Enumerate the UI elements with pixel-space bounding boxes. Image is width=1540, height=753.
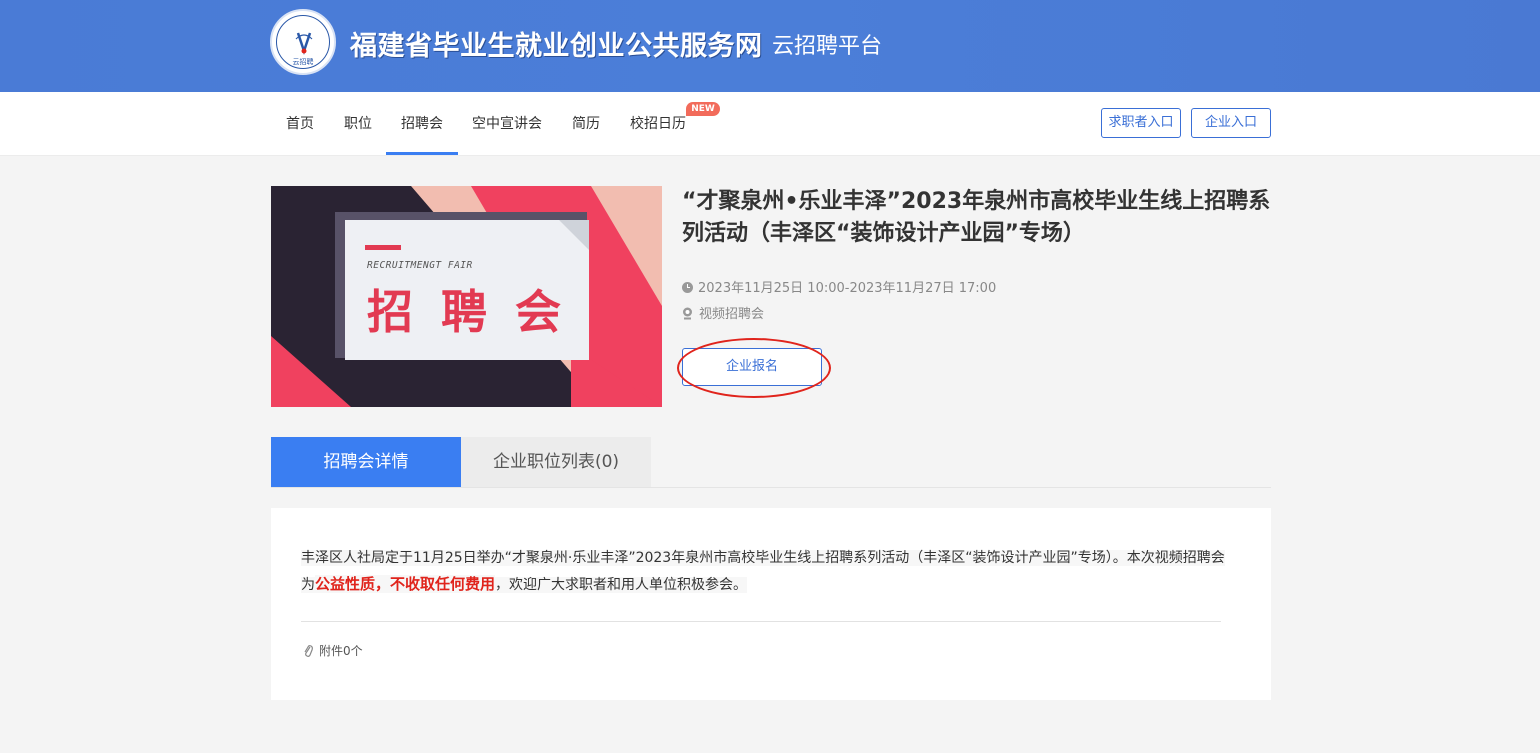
- divider: [301, 621, 1221, 622]
- attachments-count: 附件0个: [319, 644, 363, 658]
- logo-caption: 云招聘: [292, 58, 314, 66]
- fair-type: 视频招聘会: [682, 303, 764, 322]
- jobseeker-entry-button[interactable]: 求职者入口: [1101, 108, 1181, 138]
- main-nav: 首页 职位 招聘会 空中宣讲会 简历 校招日历: [0, 92, 1540, 156]
- logo-figure-icon: [295, 32, 313, 55]
- nav-item-air-talks[interactable]: 空中宣讲会: [472, 92, 542, 156]
- description-emphasis: 公益性质，不收取任何费用: [315, 575, 496, 593]
- nav-item-fairs[interactable]: 招聘会: [401, 92, 443, 156]
- video-icon: [683, 307, 692, 320]
- nav-item-jobs[interactable]: 职位: [344, 92, 372, 156]
- poster-subtitle: RECRUITMENGT FAIR: [367, 260, 473, 271]
- fair-time: 2023年11月25日 10:00-2023年11月27日 17:00: [682, 277, 996, 296]
- attachments: 附件0个: [303, 642, 363, 659]
- company-entry-button[interactable]: 企业入口: [1191, 108, 1271, 138]
- site-title[interactable]: 福建省毕业生就业创业公共服务网: [350, 24, 763, 63]
- new-badge: NEW: [686, 102, 720, 116]
- site-logo[interactable]: 云招聘: [270, 9, 336, 75]
- fair-poster-image: RECRUITMENGT FAIR 招 聘 会: [271, 186, 662, 407]
- fair-time-text: 2023年11月25日 10:00-2023年11月27日 17:00: [698, 281, 997, 296]
- paperclip-icon: [304, 645, 313, 657]
- tab-fair-detail[interactable]: 招聘会详情: [271, 437, 461, 487]
- nav-item-home[interactable]: 首页: [286, 92, 314, 156]
- nav-item-campus-calendar[interactable]: 校招日历: [630, 92, 686, 156]
- fair-title: “才聚泉州•乐业丰泽”2023年泉州市高校毕业生线上招聘系列活动（丰泽区“装饰设…: [682, 189, 1271, 246]
- company-register-button[interactable]: 企业报名: [682, 348, 822, 386]
- clock-icon: [682, 282, 693, 293]
- site-subtitle: 云招聘平台: [772, 34, 883, 59]
- poster-artwork: RECRUITMENGT FAIR 招 聘 会: [271, 186, 662, 407]
- active-nav-underline: [386, 152, 458, 155]
- description-text-end: ，欢迎广大求职者和用人单位积极参会。: [495, 577, 748, 593]
- fair-type-text: 视频招聘会: [699, 307, 765, 322]
- detail-panel: 丰泽区人社局定于11月25日举办“才聚泉州·乐业丰泽”2023年泉州市高校毕业生…: [271, 508, 1271, 700]
- nav-item-resume[interactable]: 简历: [572, 92, 600, 156]
- fair-description: 丰泽区人社局定于11月25日举办“才聚泉州·乐业丰泽”2023年泉州市高校毕业生…: [301, 545, 1231, 598]
- tab-company-jobs[interactable]: 企业职位列表(0): [461, 437, 651, 487]
- poster-title: 招 聘 会: [367, 285, 567, 339]
- tab-divider: [271, 487, 1271, 488]
- site-banner: 云招聘 福建省毕业生就业创业公共服务网 云招聘平台: [0, 0, 1540, 92]
